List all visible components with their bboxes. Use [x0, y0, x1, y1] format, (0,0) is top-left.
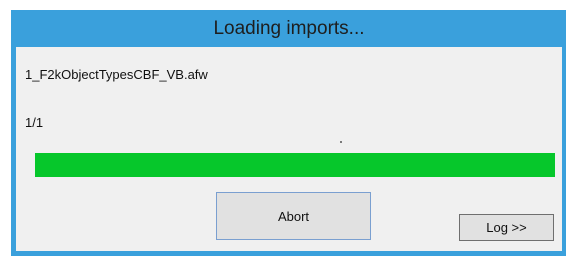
- log-button[interactable]: Log >>: [459, 214, 554, 241]
- dialog-content: 1_F2kObjectTypesCBF_VB.afw 1/1 Abort Log…: [16, 47, 562, 251]
- progress-bar: [35, 153, 555, 177]
- activity-dot: [340, 141, 342, 143]
- loading-dialog: Loading imports... 1_F2kObjectTypesCBF_V…: [11, 10, 566, 256]
- progress-fill: [35, 153, 555, 177]
- progress-count-label: 1/1: [25, 115, 44, 130]
- dialog-title: Loading imports...: [213, 17, 365, 39]
- file-name-label: 1_F2kObjectTypesCBF_VB.afw: [25, 67, 208, 82]
- title-bar[interactable]: Loading imports...: [11, 10, 566, 47]
- abort-button[interactable]: Abort: [216, 192, 371, 240]
